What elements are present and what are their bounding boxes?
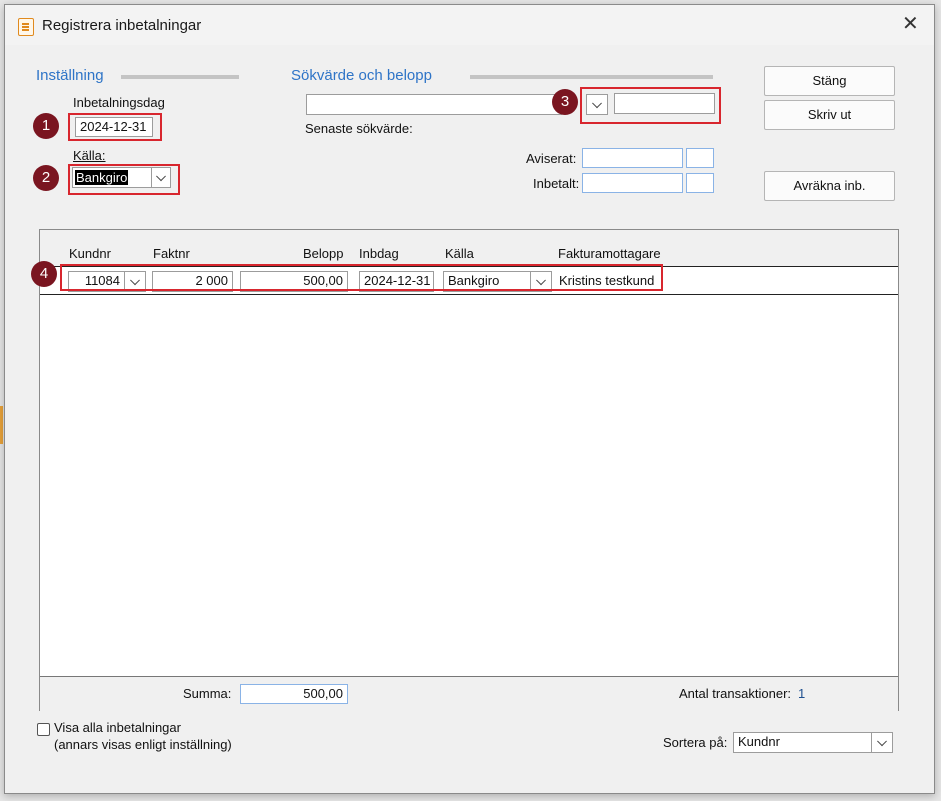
highlight-box-1 [68,113,162,141]
callout-badge-3: 3 [552,89,578,115]
highlight-box-3 [580,87,721,124]
payment-date-label: Inbetalningsdag [73,95,165,110]
window-title: Registrera inbetalningar [42,17,202,34]
background-accent [0,406,3,444]
inbetalt-input[interactable] [582,173,683,193]
show-all-checkbox[interactable] [37,723,50,736]
close-icon[interactable]: ✕ [902,13,919,35]
show-all-note: (annars visas enligt inställning) [54,737,232,752]
aviserat-input[interactable] [582,148,683,168]
settle-payments-button[interactable]: Avräkna inb. [764,171,895,201]
callout-badge-1: 1 [33,113,59,139]
inbetalt-label: Inbetalt: [533,176,580,191]
chevron-down-icon [877,735,887,746]
sort-label: Sortera på: [663,735,728,750]
sort-dropdown-button[interactable] [871,732,893,753]
last-search-label: Senaste sökvärde: [305,121,413,136]
column-header-inbdag: Inbdag [359,246,399,261]
source-label: Källa: [73,148,106,163]
search-value-input[interactable] [306,94,562,115]
title-bar: Registrera inbetalningar ✕ [5,5,934,45]
inbetalt-extra-input[interactable] [686,173,714,193]
highlight-box-2 [68,164,180,195]
transaction-count-label: Antal transaktioner: [679,686,792,701]
close-button[interactable]: Stäng [764,66,895,96]
payments-table: Kundnr Faktnr Belopp Inbdag Källa Faktur… [39,229,899,711]
table-footer: Summa: 500,00 Antal transaktioner: 1 [40,676,898,711]
show-all-label[interactable]: Visa alla inbetalningar [54,720,181,735]
column-header-fakturamottagare: Fakturamottagare [558,246,661,261]
aviserat-extra-input[interactable] [686,148,714,168]
dialog-window: Registrera inbetalningar ✕ Inställning I… [4,4,935,794]
callout-badge-2: 2 [33,165,59,191]
print-button[interactable]: Skriv ut [764,100,895,130]
settings-section-rule [121,75,239,79]
search-section-title: Sökvärde och belopp [291,67,432,84]
summa-value: 500,00 [240,684,348,704]
column-header-kundnr: Kundnr [69,246,111,261]
transaction-count-value: 1 [798,686,806,701]
settings-section-title: Inställning [36,67,104,84]
sort-select[interactable]: Kundnr [733,732,873,753]
callout-badge-4: 4 [31,261,57,287]
summa-label: Summa: [183,686,232,701]
column-header-belopp: Belopp [303,246,344,261]
table-header: Kundnr Faktnr Belopp Inbdag Källa Faktur… [40,230,898,267]
column-header-faktnr: Faktnr [153,246,190,261]
app-icon [18,18,34,36]
column-header-kalla: Källa [445,246,474,261]
search-section-rule [470,75,713,79]
row-separator [40,294,898,295]
highlight-box-4 [60,264,663,291]
aviserat-label: Aviserat: [526,151,577,166]
